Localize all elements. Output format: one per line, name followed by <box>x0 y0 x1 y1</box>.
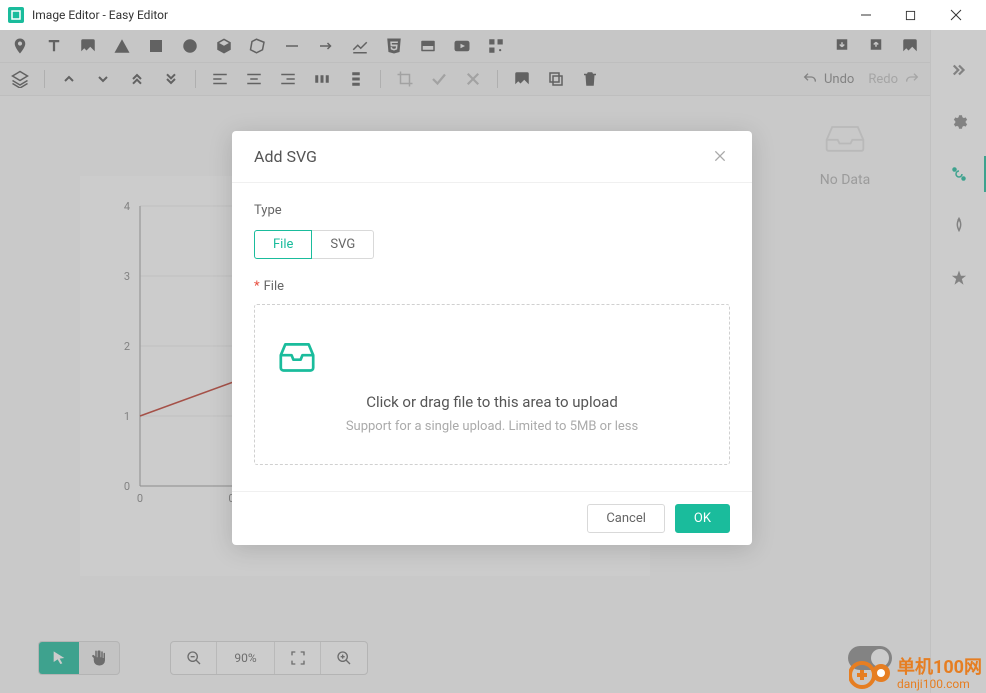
upload-main-text: Click or drag file to this area to uploa… <box>275 393 709 411</box>
type-segmented: File SVG <box>254 230 730 259</box>
minimize-button[interactable] <box>843 0 888 30</box>
type-svg-option[interactable]: SVG <box>312 230 374 259</box>
watermark: 单机100网 danji100.com <box>849 655 982 691</box>
window-title: Image Editor - Easy Editor <box>32 8 843 22</box>
modal-title: Add SVG <box>254 147 712 166</box>
file-label: *File <box>254 279 730 294</box>
maximize-button[interactable] <box>888 0 933 30</box>
upload-dropzone[interactable]: Click or drag file to this area to uploa… <box>254 304 730 465</box>
inbox-upload-icon <box>275 339 709 375</box>
type-file-option[interactable]: File <box>254 230 312 259</box>
type-label: Type <box>254 203 730 218</box>
window-titlebar: Image Editor - Easy Editor <box>0 0 986 30</box>
app-icon <box>8 7 24 23</box>
close-button[interactable] <box>933 0 978 30</box>
add-svg-modal: Add SVG Type File SVG *File Click or dra… <box>232 131 752 545</box>
ok-button[interactable]: OK <box>675 504 730 533</box>
upload-sub-text: Support for a single upload. Limited to … <box>275 419 709 434</box>
modal-close-button[interactable] <box>712 148 730 166</box>
cancel-button[interactable]: Cancel <box>587 504 665 533</box>
